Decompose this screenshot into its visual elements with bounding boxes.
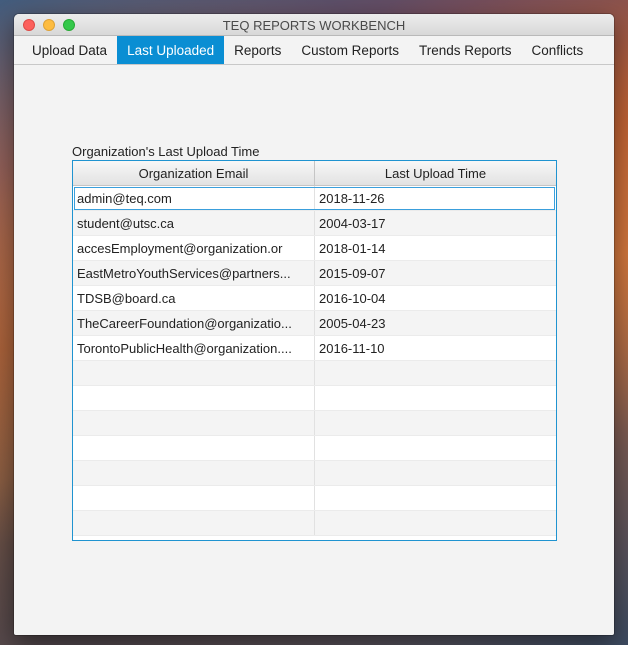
cell-last-upload-time[interactable]: 2016-10-04 — [315, 286, 556, 310]
empty-table-row[interactable] — [73, 361, 556, 386]
empty-table-row[interactable] — [73, 511, 556, 536]
table-body: admin@teq.com 2018-11-26 student@utsc.ca 20… — [73, 186, 556, 536]
title-bar[interactable]: TEQ REPORTS WORKBENCH — [14, 14, 614, 36]
table-row[interactable]: admin@teq.com 2018-11-26 — [73, 186, 556, 211]
cell-organization-email[interactable]: TheCareerFoundation@organizatio... — [73, 311, 315, 335]
cell-organization-email[interactable]: EastMetroYouthServices@partners... — [73, 261, 315, 285]
app-window: TEQ REPORTS WORKBENCH Upload Data Last U… — [14, 14, 614, 635]
empty-table-row[interactable] — [73, 411, 556, 436]
cell-last-upload-time[interactable]: 2015-09-07 — [315, 261, 556, 285]
tab-custom-reports[interactable]: Custom Reports — [291, 36, 409, 64]
cell-last-upload-time[interactable]: 2016-11-10 — [315, 336, 556, 360]
column-header-last-upload-time[interactable]: Last Upload Time — [315, 161, 556, 186]
empty-cell — [315, 436, 556, 460]
table-row[interactable]: TheCareerFoundation@organizatio... 2005-0… — [73, 311, 556, 336]
cell-organization-email[interactable]: TDSB@board.ca — [73, 286, 315, 310]
empty-cell — [315, 511, 556, 535]
column-header-organization-email[interactable]: Organization Email — [73, 161, 315, 186]
empty-cell — [73, 361, 315, 385]
empty-cell — [315, 461, 556, 485]
table-row[interactable]: EastMetroYouthServices@partners... 2015-0… — [73, 261, 556, 286]
empty-cell — [73, 386, 315, 410]
tab-upload-data[interactable]: Upload Data — [22, 36, 117, 64]
empty-table-row[interactable] — [73, 386, 556, 411]
table-row[interactable]: accesEmployment@organization.or 2018-01-1… — [73, 236, 556, 261]
cell-last-upload-time[interactable]: 2005-04-23 — [315, 311, 556, 335]
tab-reports[interactable]: Reports — [224, 36, 291, 64]
table-header: Organization Email Last Upload Time — [73, 161, 556, 186]
empty-cell — [315, 411, 556, 435]
cell-organization-email[interactable]: student@utsc.ca — [73, 211, 315, 235]
table-row[interactable]: TDSB@board.ca 2016-10-04 — [73, 286, 556, 311]
table-caption: Organization's Last Upload Time — [72, 144, 260, 159]
cell-last-upload-time[interactable]: 2018-11-26 — [315, 186, 556, 210]
cell-last-upload-time[interactable]: 2018-01-14 — [315, 236, 556, 260]
empty-cell — [315, 361, 556, 385]
cell-last-upload-time[interactable]: 2004-03-17 — [315, 211, 556, 235]
cell-organization-email[interactable]: accesEmployment@organization.or — [73, 236, 315, 260]
tab-conflicts[interactable]: Conflicts — [522, 36, 594, 64]
cell-organization-email[interactable]: TorontoPublicHealth@organization.... — [73, 336, 315, 360]
empty-cell — [315, 386, 556, 410]
empty-cell — [73, 511, 315, 535]
tab-last-uploaded[interactable]: Last Uploaded — [117, 36, 225, 64]
empty-cell — [73, 411, 315, 435]
empty-cell — [73, 486, 315, 510]
window-title: TEQ REPORTS WORKBENCH — [222, 18, 406, 33]
cell-organization-email[interactable]: admin@teq.com — [73, 186, 315, 210]
empty-table-row[interactable] — [73, 461, 556, 486]
table-row[interactable]: student@utsc.ca 2004-03-17 — [73, 211, 556, 236]
tab-bar: Upload Data Last Uploaded Reports Custom… — [14, 36, 614, 65]
tab-trends-reports[interactable]: Trends Reports — [409, 36, 522, 64]
empty-table-row[interactable] — [73, 436, 556, 461]
last-upload-table[interactable]: Organization Email Last Upload Time admi… — [72, 160, 557, 541]
empty-cell — [73, 436, 315, 460]
empty-cell — [315, 486, 556, 510]
empty-cell — [73, 461, 315, 485]
empty-table-row[interactable] — [73, 486, 556, 511]
table-row[interactable]: TorontoPublicHealth@organization.... 2016… — [73, 336, 556, 361]
